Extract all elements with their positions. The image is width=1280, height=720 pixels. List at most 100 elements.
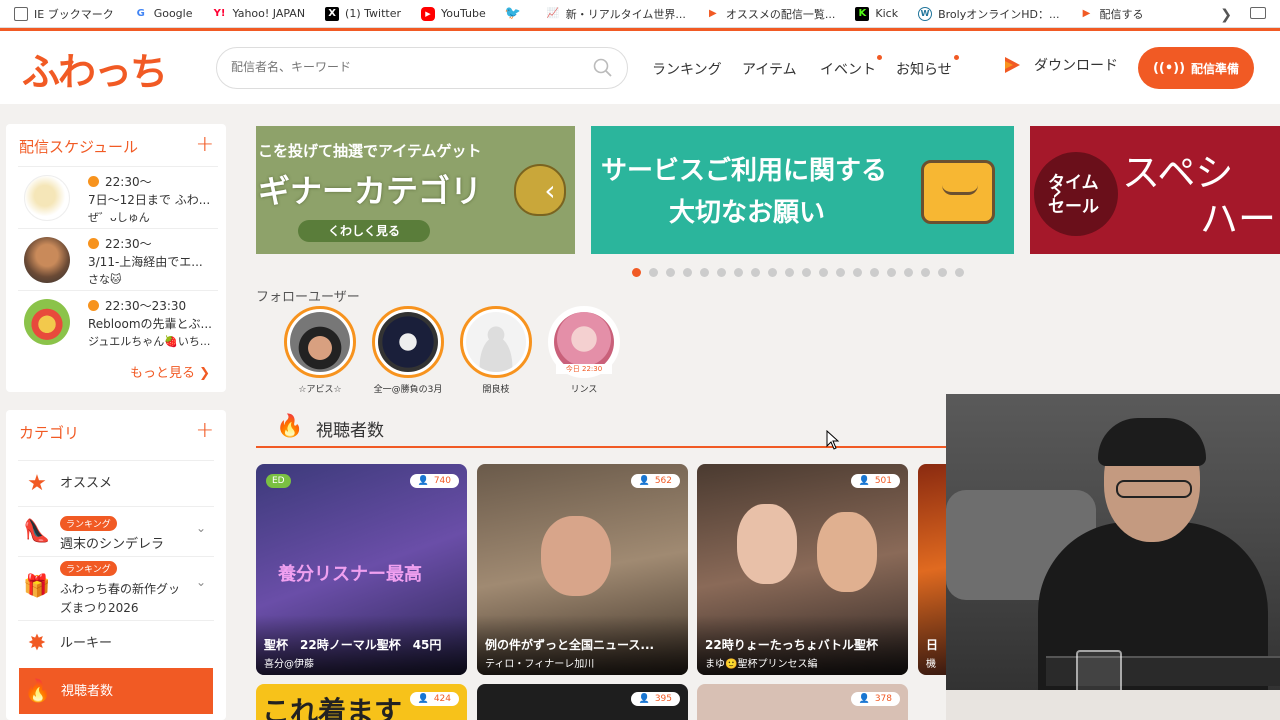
carousel-dot[interactable] (819, 268, 828, 277)
schedule-item[interactable]: 22:30～ 7日～12日まで ふわ... ぜ゛ᴗしゅん (18, 166, 218, 228)
desk (946, 690, 1280, 720)
site-logo[interactable]: ふわっち (22, 41, 168, 96)
nav-item[interactable]: アイテム (742, 59, 797, 79)
carousel-dot[interactable] (887, 268, 896, 277)
carousel-dot[interactable] (870, 268, 879, 277)
schedule-avatar (24, 237, 70, 283)
search-box[interactable] (216, 47, 628, 89)
carousel-dot[interactable] (802, 268, 811, 277)
carousel-dot[interactable] (717, 268, 726, 277)
high-heel-icon: 👠 (23, 519, 51, 544)
bookmark-youtube[interactable]: ▶ YouTube (421, 6, 486, 21)
stream-prep-button[interactable]: ((•)) 配信準備 (1138, 47, 1254, 89)
glasses (1116, 480, 1192, 498)
nav-event[interactable]: イベント (820, 59, 876, 79)
follow-user[interactable]: 開良枝 (460, 306, 532, 395)
person-icon: 👤 (858, 694, 870, 704)
carousel-dot[interactable] (904, 268, 913, 277)
bookmark-google[interactable]: G Google (134, 7, 193, 21)
banner-notice[interactable]: サービスご利用に関する 大切なお願い (591, 126, 1014, 254)
person-icon: 👤 (638, 694, 650, 704)
x-icon: X (325, 6, 340, 21)
banner-beginner[interactable]: こを投げて抽選でアイテムゲット ギナーカテゴリ くわしく見る (256, 126, 575, 254)
download-link[interactable]: ダウンロード (1002, 55, 1118, 75)
bookmark-twitter-bird[interactable]: 🐦 (504, 6, 526, 21)
schedule-title: 配信スケジュール (19, 138, 138, 156)
carousel-dot[interactable] (836, 268, 845, 277)
stream-card[interactable]: 👤 378 (697, 684, 908, 720)
carousel-dot[interactable] (785, 268, 794, 277)
stream-title: 聖杯 22時ノーマル聖杯 45円 (264, 638, 442, 652)
category-item-goods[interactable]: 🎁 ランキング ふわっち春の新作グッズまつり2026 ⌄ (18, 556, 214, 616)
carousel-dot[interactable] (632, 268, 641, 277)
category-label-group: ランキング ふわっち春の新作グッズまつり2026 (60, 557, 190, 616)
bookmark-broly[interactable]: W BrolyオンラインHD：... (918, 6, 1059, 22)
stream-card[interactable]: 👤 562 例の件がずっと全国ニュース... ティロ・フィナーレ加川 (477, 464, 688, 675)
bookmark-osusume[interactable]: ▶ オススメの配信一覧... (706, 6, 835, 22)
carousel-dot[interactable] (938, 268, 947, 277)
stream-card[interactable]: これ着ます 👤 424 (256, 684, 467, 720)
youtube-icon: ▶ (421, 6, 435, 21)
streamer-face (817, 512, 877, 592)
stream-tag: ED (266, 474, 291, 488)
viewer-count: 👤 424 (409, 692, 459, 706)
carousel-dot[interactable] (751, 268, 760, 277)
carousel-dot[interactable] (666, 268, 675, 277)
banner-heading: ギナーカテゴリ (258, 172, 483, 210)
search-icon[interactable] (593, 58, 613, 78)
banner-heading: 大切なお願い (669, 198, 826, 228)
folder-icon[interactable] (1250, 7, 1266, 19)
bookmark-twitter[interactable]: X (1) Twitter (325, 6, 401, 21)
nav-news[interactable]: お知らせ (896, 59, 952, 79)
chevron-right-icon[interactable]: ❯ (1220, 7, 1232, 23)
chevron-down-icon[interactable]: ⌄ (196, 575, 206, 589)
stream-title: 日 (926, 638, 939, 652)
carousel-dot[interactable] (768, 268, 777, 277)
chevron-down-icon[interactable]: ⌄ (196, 521, 206, 535)
viewer-count: 👤 501 (850, 474, 900, 488)
carousel-dot[interactable] (921, 268, 930, 277)
stream-card[interactable]: 👤 501 22時りょーたっちょバトル聖杯 まゆ🙂聖杯プリンセス編 (697, 464, 908, 675)
person-icon: 👤 (858, 476, 870, 486)
follow-user[interactable]: ☆アビス☆ (284, 306, 356, 395)
schedule-item[interactable]: 22:30～23:30 Rebloomの先輩とぶ... ジュエルちゃん🍓いち..… (18, 290, 218, 352)
banner-detail-button[interactable]: くわしく見る (298, 220, 430, 242)
category-item-viewers[interactable]: 🔥 視聴者数 (19, 668, 213, 714)
schedule-user: ジュエルちゃん🍓いち... (88, 335, 211, 348)
carousel-dot[interactable] (683, 268, 692, 277)
category-item-cinderella[interactable]: 👠 ランキング 週末のシンデレラ ⌄ (18, 506, 214, 556)
category-item-osusume[interactable]: ★ オススメ (18, 460, 214, 506)
plus-icon[interactable]: + (196, 418, 214, 443)
stream-card[interactable]: ED 👤 740 養分リスナー最高 聖杯 22時ノーマル聖杯 45円 喜分@伊藤 (256, 464, 467, 675)
more-link[interactable]: もっと見る ❯ (130, 362, 210, 381)
carousel-dot[interactable] (955, 268, 964, 277)
stream-card[interactable]: 日 機 (918, 464, 948, 675)
bookmark-kick[interactable]: K Kick (855, 6, 898, 21)
plus-icon[interactable]: + (196, 132, 214, 157)
avatar-ring (372, 306, 444, 378)
stream-user: 機 (926, 659, 936, 670)
carousel-dot[interactable] (853, 268, 862, 277)
carousel-next-arrow[interactable]: › (1042, 176, 1072, 206)
kick-icon: K (855, 6, 870, 21)
bookmark-realtime[interactable]: 📈 新・リアルタイム世界... (546, 6, 686, 22)
viewer-count: 👤 562 (630, 474, 680, 488)
bookmark-yahoo[interactable]: Y! Yahoo! JAPAN (213, 7, 305, 21)
schedule-time: 22:30～23:30 (88, 297, 186, 314)
carousel-prev-arrow[interactable]: ‹ (535, 176, 565, 206)
twitter-bird-icon: 🐦 (504, 6, 521, 21)
category-item-rookie[interactable]: ✸ ルーキー (18, 620, 214, 666)
carousel-dot[interactable] (734, 268, 743, 277)
search-input[interactable] (231, 60, 581, 74)
bookmark-ie[interactable]: IE ブックマーク (14, 6, 114, 22)
stream-card[interactable]: 👤 395 (477, 684, 688, 720)
carousel-dot[interactable] (700, 268, 709, 277)
follow-user[interactable]: 全一@勝負の3月 (372, 306, 444, 395)
schedule-item[interactable]: 22:30～ 3/11-上海経由でエ... さな🐱 (18, 228, 218, 290)
bookmark-haishin[interactable]: ▶ 配信する (1079, 6, 1144, 22)
nav-ranking[interactable]: ランキング (652, 59, 722, 79)
carousel-dot[interactable] (649, 268, 658, 277)
follow-user[interactable]: 今日 22:30 リンス (548, 306, 620, 395)
stream-title: 22時りょーたっちょバトル聖杯 (705, 638, 879, 652)
category-title: カテゴリ (19, 424, 80, 442)
